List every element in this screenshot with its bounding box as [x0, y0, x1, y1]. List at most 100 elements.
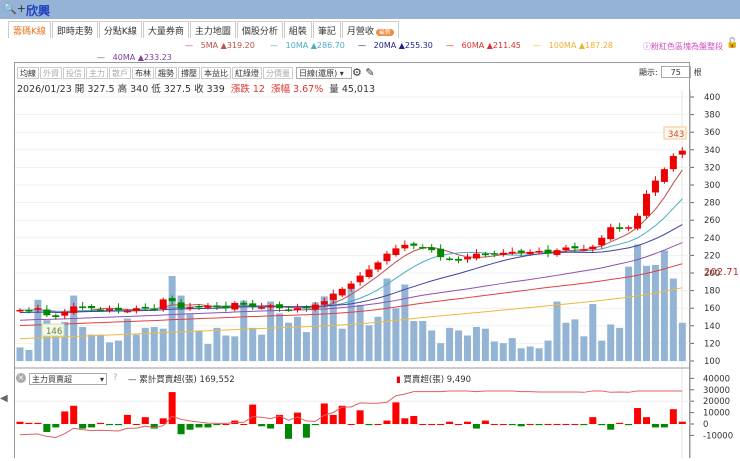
collapse-left-icon[interactable]: ◀	[0, 393, 8, 404]
net-bar	[499, 424, 507, 425]
volume-bar	[222, 335, 230, 361]
volume-bar	[472, 327, 480, 361]
net-bar	[25, 422, 33, 424]
net-bar	[311, 424, 319, 426]
net-bar	[374, 424, 382, 425]
net-bar	[625, 424, 633, 426]
close-indicator-icon[interactable]: ×	[16, 373, 26, 383]
net-bar	[258, 424, 266, 427]
candle-body	[365, 269, 373, 277]
volume-bar	[293, 316, 301, 361]
candle-body	[231, 302, 239, 310]
volume-bar	[25, 349, 33, 361]
sub-axis-label: -10000	[703, 431, 733, 441]
cum-legend: — 累計買賣超(張) 169,552	[128, 375, 235, 385]
volume-bar	[508, 338, 516, 361]
sub-axis-label: 20000	[703, 397, 730, 407]
volume-bar	[455, 330, 463, 361]
candle-body	[669, 155, 677, 170]
net-bar	[356, 410, 364, 424]
price-tick-label: 280	[704, 199, 720, 209]
volume-bar	[231, 336, 239, 361]
candle-body	[285, 309, 292, 312]
price-tick-label: 180	[704, 287, 720, 297]
net-bar	[634, 408, 642, 424]
volume-bar	[616, 327, 624, 361]
candle-body	[392, 248, 400, 255]
volume-bar	[544, 340, 552, 361]
volume-bar	[141, 327, 149, 361]
price-chart[interactable]: 4003803603403203002802602402202001801601…	[0, 0, 740, 461]
candle-body	[481, 253, 489, 256]
candle-body	[88, 306, 96, 309]
candle-body	[571, 246, 579, 249]
candle-body	[311, 304, 319, 310]
candle-body	[401, 244, 409, 249]
volume-bar	[660, 250, 668, 361]
volume-bar	[634, 244, 642, 361]
indicator-select[interactable]: 主力買賣超 ▾	[29, 373, 107, 385]
price-tick-label: 140	[704, 322, 720, 332]
net-bar	[562, 424, 570, 425]
cumulative-line	[19, 390, 683, 438]
net-bar	[285, 424, 292, 439]
price-tick-label: 320	[704, 163, 720, 173]
price-tick-label: 380	[704, 111, 720, 121]
indicator-label: 主力買賣超	[32, 375, 72, 384]
candle-body	[517, 250, 525, 253]
price-tick-label: 220	[704, 251, 720, 261]
net-bar	[204, 424, 212, 428]
candle-body	[329, 294, 337, 300]
volume-bar	[114, 340, 122, 361]
volume-bar	[392, 308, 400, 361]
help-icon[interactable]: ?	[113, 373, 118, 383]
candle-body	[535, 251, 543, 253]
candle-body	[123, 310, 131, 313]
candle-body	[428, 247, 436, 251]
net-bar	[132, 424, 140, 425]
net-bar	[52, 424, 60, 428]
volume-bar	[285, 322, 292, 361]
candle-body	[437, 248, 445, 258]
net-bar	[61, 411, 69, 424]
price-tick-label: 100	[704, 357, 720, 367]
candle-body	[464, 257, 471, 260]
candle-body	[150, 308, 158, 311]
candle-body	[338, 288, 346, 296]
net-label: 買賣超(張)	[403, 375, 445, 385]
volume-bar	[625, 266, 633, 361]
volume-bar	[669, 278, 677, 361]
volume-bar	[651, 264, 659, 361]
net-bar	[123, 414, 131, 424]
volume-bar	[589, 304, 597, 361]
volume-bar	[428, 330, 436, 361]
candle-body	[446, 258, 454, 260]
net-bar	[401, 418, 409, 424]
net-bar	[517, 424, 525, 427]
candle-body	[490, 253, 498, 255]
candle-body	[159, 299, 167, 310]
net-bar	[79, 424, 87, 429]
volume-bar	[123, 318, 131, 361]
cum-label: 累計買賣超(張)	[139, 375, 197, 385]
volume-bar	[499, 343, 507, 361]
volume-bar	[79, 327, 87, 361]
cum-value: 169,552	[199, 375, 235, 385]
volume-bar	[186, 314, 194, 361]
candle-body	[302, 306, 310, 309]
candle-body	[678, 150, 686, 155]
net-bar	[571, 424, 579, 425]
net-bar	[651, 424, 659, 428]
net-bar	[589, 417, 597, 424]
volume-bar	[365, 325, 373, 361]
candle-body	[455, 258, 463, 261]
net-bar	[302, 424, 310, 438]
low-marker: 146	[46, 327, 62, 337]
net-bar	[607, 424, 615, 430]
volume-bar	[97, 334, 105, 361]
volume-bar	[481, 328, 489, 361]
net-bar	[643, 417, 650, 424]
volume-bar	[553, 301, 561, 361]
volume-bar	[490, 341, 498, 361]
sub-axis-label: 40000	[703, 374, 730, 384]
